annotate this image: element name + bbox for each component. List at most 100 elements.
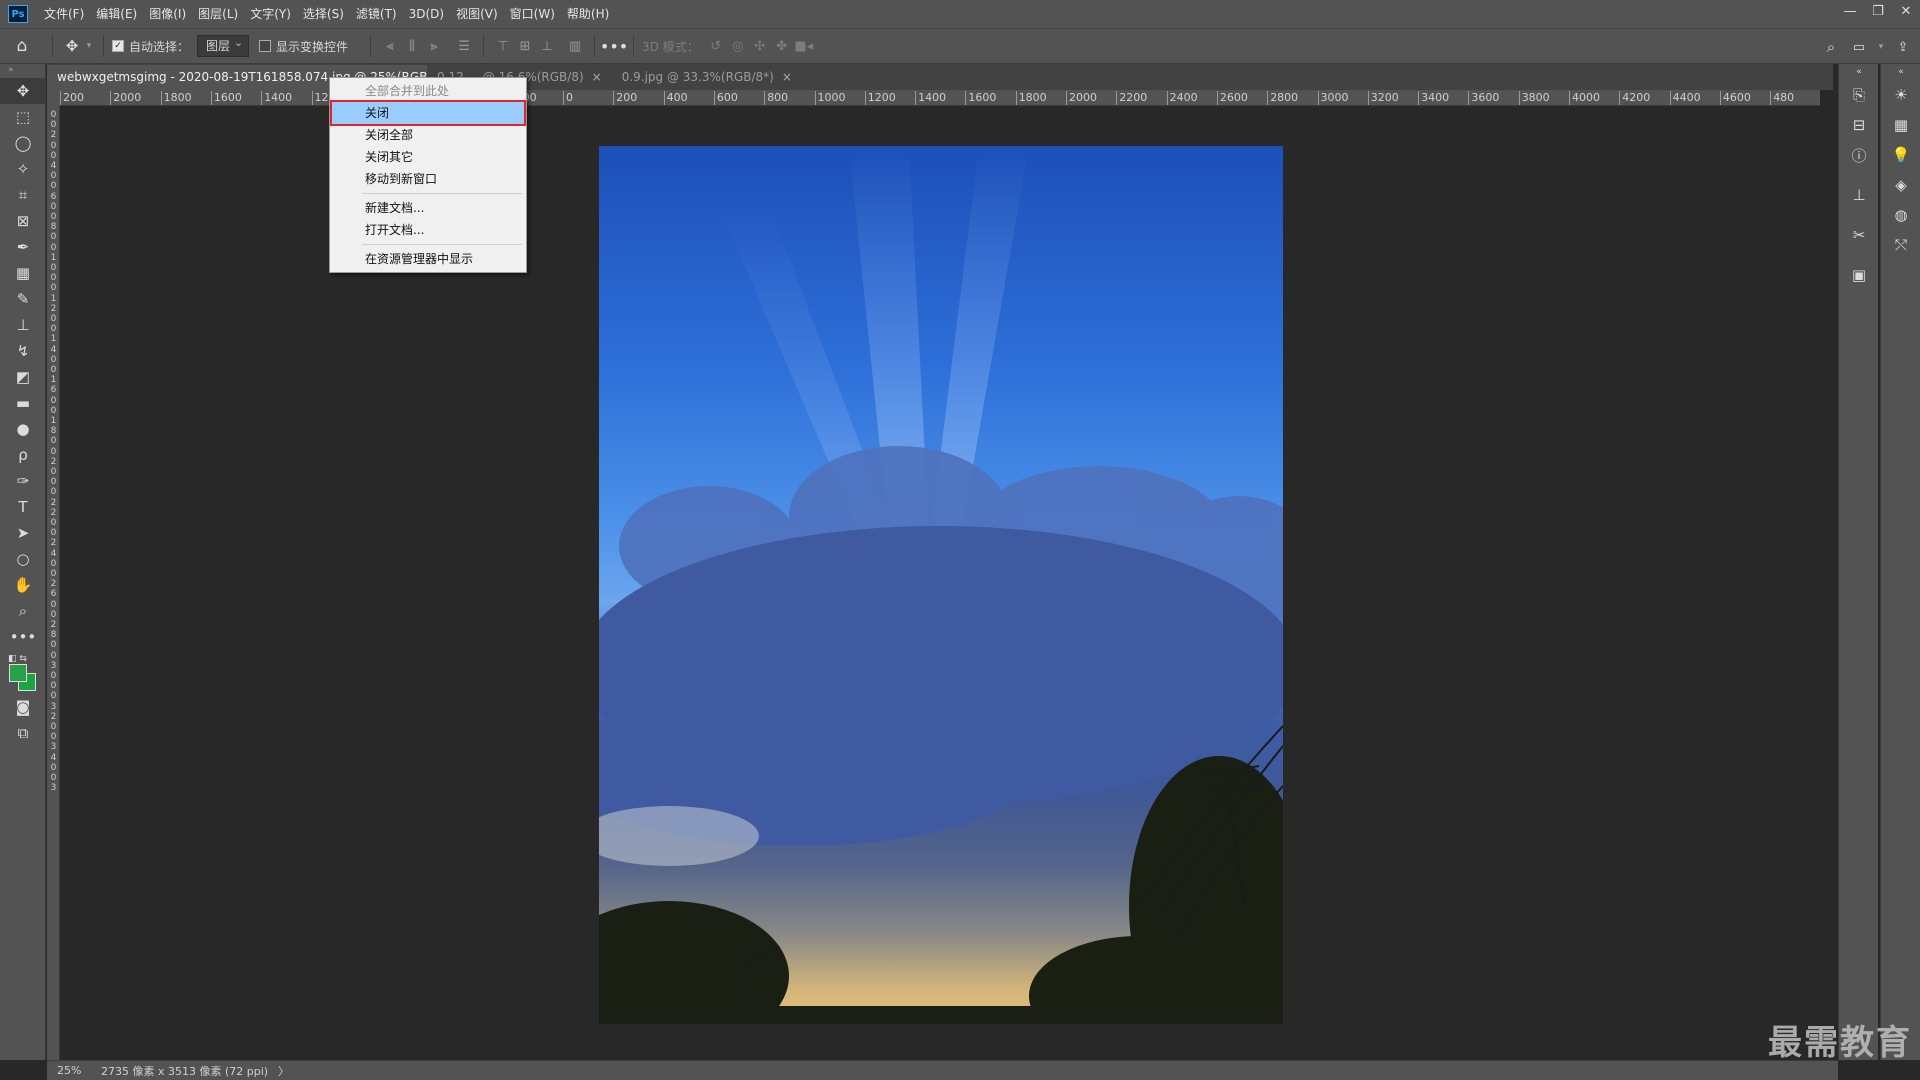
quick-mask-icon[interactable]: ◙ bbox=[0, 694, 46, 720]
document-image-sky[interactable] bbox=[599, 146, 1283, 1024]
properties-panel-icon[interactable]: ⊟ bbox=[1839, 110, 1879, 140]
frame-tool-icon[interactable]: ⊠ bbox=[0, 208, 46, 234]
3d-roll-icon[interactable]: ◎ bbox=[727, 35, 749, 57]
blur-tool-icon[interactable]: ● bbox=[0, 416, 46, 442]
show-transform-checkbox[interactable] bbox=[259, 40, 272, 52]
workspace-icon[interactable]: ▭ bbox=[1848, 36, 1870, 58]
menu-select[interactable]: 选择(S) bbox=[297, 0, 350, 28]
clone-source-panel-icon[interactable]: ⊥ bbox=[1839, 180, 1879, 210]
marquee-tool-icon[interactable]: ⬚ bbox=[0, 104, 46, 130]
menu-item-close-others[interactable]: 关闭其它 bbox=[332, 146, 524, 168]
auto-select-option[interactable]: ✓ 自动选择： bbox=[112, 38, 189, 55]
brush-tool-icon[interactable]: ✎ bbox=[0, 286, 46, 312]
lasso-tool-icon[interactable]: ◯ bbox=[0, 130, 46, 156]
horizontal-ruler[interactable]: 200 2000 1800 1600 1400 1200 2000 200 400 600 800 1… bbox=[60, 90, 1820, 106]
glyphs-panel-icon[interactable]: ▣ bbox=[1839, 260, 1879, 290]
home-icon[interactable]: ⌂ bbox=[0, 35, 44, 57]
screen-mode-icon[interactable]: ⧉ bbox=[0, 720, 46, 746]
menu-layer[interactable]: 图层(L) bbox=[192, 0, 244, 28]
menu-window[interactable]: 窗口(W) bbox=[504, 0, 561, 28]
share-icon[interactable]: ⇪ bbox=[1892, 36, 1914, 58]
eyedropper-tool-icon[interactable]: ✒ bbox=[0, 234, 46, 260]
menu-image[interactable]: 图像(I) bbox=[143, 0, 192, 28]
search-icon[interactable]: ⌕ bbox=[1820, 36, 1842, 58]
collapse-panels-icon[interactable]: « bbox=[1881, 64, 1920, 80]
default-colors-icon[interactable]: ◧ ⇆ bbox=[8, 654, 27, 664]
menu-item-open-document[interactable]: 打开文档... bbox=[332, 219, 524, 241]
menu-item-close[interactable]: 关闭 bbox=[330, 100, 526, 126]
distribute-vertical-icon[interactable]: ▥ bbox=[564, 35, 586, 57]
dodge-tool-icon[interactable]: ρ bbox=[0, 442, 46, 468]
close-window-button[interactable]: ✕ bbox=[1892, 0, 1920, 22]
3d-slide-icon[interactable]: ✤ bbox=[771, 35, 793, 57]
move-tool-icon[interactable]: ✥ bbox=[0, 78, 46, 104]
chevron-down-icon[interactable]: ▾ bbox=[1876, 36, 1886, 58]
swatches-panel-icon[interactable]: ▦ bbox=[1881, 110, 1920, 140]
menu-type[interactable]: 文字(Y) bbox=[244, 0, 297, 28]
adjustments-panel-icon[interactable]: ☀ bbox=[1881, 80, 1920, 110]
menu-item-close-all[interactable]: 关闭全部 bbox=[332, 124, 524, 146]
hand-tool-icon[interactable]: ✋ bbox=[0, 572, 46, 598]
ellipse-tool-icon[interactable]: ○ bbox=[0, 546, 46, 572]
zoom-tool-icon[interactable]: ⌕ bbox=[0, 598, 46, 624]
close-tab-icon[interactable]: × bbox=[782, 70, 792, 84]
close-tab-icon[interactable]: × bbox=[592, 70, 602, 84]
3d-pan-icon[interactable]: ✣ bbox=[749, 35, 771, 57]
menu-item-show-in-explorer[interactable]: 在资源管理器中显示 bbox=[332, 248, 524, 270]
align-top-icon[interactable]: ⊤ bbox=[492, 35, 514, 57]
vertical-ruler[interactable]: 0020040060080010001200140016001800200022… bbox=[47, 106, 60, 1060]
ruler-tick-label: 0 bbox=[50, 467, 57, 477]
auto-select-checkbox[interactable]: ✓ bbox=[112, 40, 124, 52]
tool-presets-panel-icon[interactable]: ✂ bbox=[1839, 220, 1879, 250]
menu-edit[interactable]: 编辑(E) bbox=[90, 0, 143, 28]
menu-item-new-document[interactable]: 新建文档... bbox=[332, 197, 524, 219]
3d-camera-icon[interactable]: ■◂ bbox=[793, 35, 815, 57]
history-brush-tool-icon[interactable]: ↯ bbox=[0, 338, 46, 364]
healing-brush-tool-icon[interactable]: ▦ bbox=[0, 260, 46, 286]
menu-3d[interactable]: 3D(D) bbox=[403, 0, 450, 28]
distribute-horizontal-icon[interactable]: ☰ bbox=[453, 35, 475, 57]
type-tool-icon[interactable]: T bbox=[0, 494, 46, 520]
menu-help[interactable]: 帮助(H) bbox=[561, 0, 615, 28]
align-vcenter-icon[interactable]: ⊞ bbox=[514, 35, 536, 57]
ruler-origin[interactable] bbox=[47, 90, 60, 106]
tab-0-9[interactable]: 0.9.jpg @ 33.3%(RGB/8*) × bbox=[611, 65, 802, 90]
layers-panel-icon[interactable]: ◈ bbox=[1881, 170, 1920, 200]
more-options-icon[interactable]: ••• bbox=[600, 35, 628, 57]
collapse-panels-icon[interactable]: « bbox=[1839, 64, 1879, 80]
maximize-button[interactable]: ❐ bbox=[1864, 0, 1892, 22]
stamp-tool-icon[interactable]: ⊥ bbox=[0, 312, 46, 338]
foreground-color-swatch[interactable] bbox=[9, 664, 27, 682]
status-arrow-icon[interactable]: 〉 bbox=[278, 1063, 289, 1079]
eraser-tool-icon[interactable]: ◩ bbox=[0, 364, 46, 390]
collapse-toolbar-icon[interactable]: » bbox=[0, 64, 45, 78]
minimize-button[interactable]: — bbox=[1836, 0, 1864, 22]
menu-file[interactable]: 文件(F) bbox=[38, 0, 90, 28]
more-tools-icon[interactable]: ••• bbox=[0, 624, 46, 650]
info-panel-icon[interactable]: ⓘ bbox=[1839, 140, 1879, 170]
magic-wand-tool-icon[interactable]: ✧ bbox=[0, 156, 46, 182]
zoom-level[interactable]: 25% bbox=[47, 1064, 87, 1077]
canvas-area[interactable] bbox=[60, 106, 1820, 1060]
align-bottom-icon[interactable]: ⊥ bbox=[536, 35, 558, 57]
align-hcenter-icon[interactable]: ⫼ bbox=[401, 35, 423, 57]
gradient-tool-icon[interactable]: ▬ bbox=[0, 390, 46, 416]
learn-panel-icon[interactable]: 💡 bbox=[1881, 140, 1920, 170]
chevron-down-icon[interactable]: ▾ bbox=[83, 35, 95, 57]
menu-item-move-to-new-window[interactable]: 移动到新窗口 bbox=[332, 168, 524, 190]
menu-filter[interactable]: 滤镜(T) bbox=[350, 0, 403, 28]
pen-tool-icon[interactable]: ✑ bbox=[0, 468, 46, 494]
crop-tool-icon[interactable]: ⌗ bbox=[0, 182, 46, 208]
history-panel-icon[interactable]: ⎘ bbox=[1839, 80, 1879, 110]
menu-view[interactable]: 视图(V) bbox=[450, 0, 504, 28]
align-left-icon[interactable]: ⫷ bbox=[379, 35, 401, 57]
show-transform-option[interactable]: 显示变换控件 bbox=[259, 38, 348, 55]
auto-select-dropdown[interactable]: 图层 bbox=[197, 33, 250, 57]
menu-item-consolidate-all[interactable]: 全部合并到此处 bbox=[332, 80, 524, 102]
path-selection-tool-icon[interactable]: ➤ bbox=[0, 520, 46, 546]
channels-panel-icon[interactable]: ◍ bbox=[1881, 200, 1920, 230]
align-right-icon[interactable]: ⫸ bbox=[423, 35, 445, 57]
3d-orbit-icon[interactable]: ↺ bbox=[705, 35, 727, 57]
move-tool-preset-icon[interactable]: ✥ bbox=[61, 35, 83, 57]
paths-panel-icon[interactable]: ⤲ bbox=[1881, 230, 1920, 260]
